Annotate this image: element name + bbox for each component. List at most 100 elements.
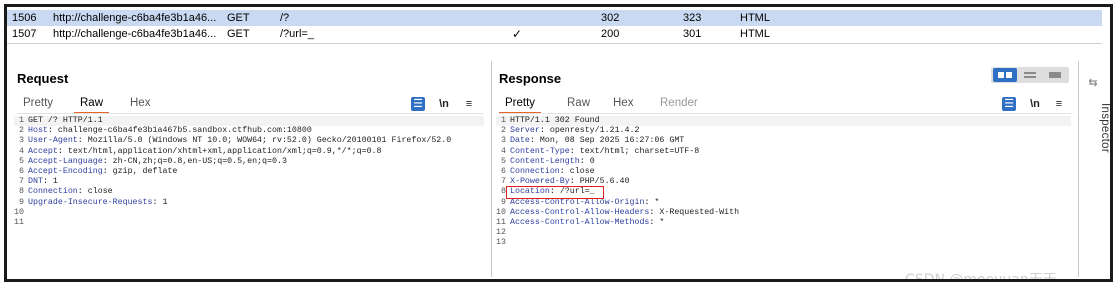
history-cell-method: GET	[227, 28, 250, 40]
newline-toggle[interactable]: \n	[1028, 97, 1042, 111]
inspector-divider	[1078, 61, 1079, 277]
request-code-line: 3 User-Agent: Mozilla/5.0 (Windows NT 10.…	[14, 136, 484, 146]
header-name: Upgrade-Insecure-Requests	[28, 197, 153, 207]
header-name: Accept	[28, 146, 58, 156]
history-cell-mime: HTML	[740, 28, 770, 40]
request-tab-raw[interactable]: Raw	[73, 95, 110, 114]
header-name: Accept-Encoding	[28, 166, 103, 176]
line-number: 7	[501, 177, 506, 187]
history-row[interactable]: 1506 http://challenge-c6ba4fe3b1a46... GET…	[7, 10, 1102, 26]
header-name: Server	[510, 126, 540, 136]
header-name: User-Agent	[28, 136, 78, 146]
response-code-line: 4 Content-Type: text/html; charset=UTF-8	[496, 147, 1071, 157]
line-number: 11	[496, 217, 506, 227]
header-name: DNT	[28, 177, 43, 187]
request-code-line: 10	[14, 208, 484, 218]
code-text: GET /? HTTP/1.1	[28, 116, 103, 125]
line-number: 1	[19, 116, 24, 125]
request-editor[interactable]: 1 GET /? HTTP/1.1 2 Host: challenge-c6ba4fe…	[14, 116, 484, 228]
request-code-line: 9 Upgrade-Insecure-Requests: 1	[14, 198, 484, 208]
location-highlight-box	[506, 186, 604, 199]
response-code-line: 13	[496, 238, 1071, 248]
header-value: PHP/5.6.40	[579, 177, 630, 187]
line-number: 4	[501, 146, 506, 156]
response-tab-render[interactable]: Render	[660, 95, 698, 111]
line-number: 11	[14, 217, 24, 227]
wrap-lines-icon[interactable]: ☰	[411, 97, 425, 111]
layout-side-by-side-icon[interactable]	[993, 68, 1017, 82]
history-cell-status: 200	[601, 28, 620, 40]
header-name: Date	[510, 136, 530, 146]
hamburger-menu-icon[interactable]: ≡	[1052, 97, 1066, 111]
header-value: openresty/1.21.4.2	[549, 126, 640, 136]
request-tab-pretty[interactable]: Pretty	[23, 95, 53, 111]
response-tab-raw[interactable]: Raw	[567, 95, 590, 111]
header-value: 0	[589, 156, 595, 166]
response-code-line: 11 Access-Control-Allow-Methods: *	[496, 217, 665, 227]
response-code-line: 5 Content-Length: 0	[496, 157, 1071, 167]
inspector-collapse-icon[interactable]: ⇆	[1087, 77, 1099, 89]
request-code-line: 7 DNT: 1	[14, 177, 484, 187]
history-cell-number: 1506	[12, 12, 37, 24]
history-cell-mime: HTML	[740, 12, 770, 24]
history-cell-params-check: ✓	[512, 27, 523, 41]
line-number: 2	[501, 126, 506, 136]
history-cell-host: http://challenge-c6ba4fe3b1a46...	[53, 28, 217, 40]
request-title: Request	[17, 71, 69, 86]
line-number: 2	[19, 126, 24, 136]
layout-tabs-icon[interactable]	[1043, 68, 1067, 82]
response-tab-pretty[interactable]: Pretty	[498, 95, 542, 114]
header-value: text/html,application/xhtml+xml,applicat…	[67, 146, 382, 156]
layout-stacked-icon[interactable]	[1018, 68, 1042, 82]
header-value: *	[654, 197, 660, 207]
layout-toggle	[991, 67, 1069, 83]
header-name: Access-Control-Allow-Headers	[510, 207, 650, 217]
history-row[interactable]: 1507 http://challenge-c6ba4fe3b1a46... GET…	[7, 26, 1102, 42]
line-number: 7	[19, 177, 24, 187]
header-value: close	[569, 166, 595, 176]
header-value: X-Requested-With	[659, 207, 740, 217]
wrap-lines-icon[interactable]: ☰	[1002, 97, 1016, 111]
header-name: Content-Length	[510, 156, 580, 166]
pane-divider[interactable]	[491, 61, 492, 277]
response-code-line: 9 Access-Control-Allow-Origin: *	[496, 198, 1071, 208]
header-value: 1	[162, 197, 168, 207]
header-value: Mon, 08 Sep 2025 16:27:06 GMT	[539, 136, 685, 146]
header-name: X-Powered-By	[510, 177, 570, 187]
header-value: close	[87, 187, 113, 197]
line-number: 8	[501, 187, 506, 197]
header-value: Mozilla/5.0 (Windows NT 10.0; WOW64; rv:…	[87, 136, 452, 146]
line-number: 4	[19, 146, 24, 156]
header-value: *	[659, 217, 665, 227]
code-text: HTTP/1.1 302 Found	[510, 116, 600, 125]
request-code-line: 1 GET /? HTTP/1.1	[14, 116, 484, 127]
history-divider	[7, 43, 1102, 44]
newline-toggle[interactable]: \n	[437, 97, 451, 111]
response-code-line: 12	[496, 228, 1071, 238]
header-name: Access-Control-Allow-Methods	[510, 217, 650, 227]
watermark: CSDN @mooyuan天天	[905, 272, 1057, 282]
header-name: Content-Type	[510, 146, 570, 156]
line-number: 5	[501, 156, 506, 166]
hamburger-menu-icon[interactable]: ≡	[462, 97, 476, 111]
history-cell-status: 302	[601, 12, 620, 24]
line-number: 5	[19, 156, 24, 166]
header-name: Connection	[510, 166, 560, 176]
history-cell-host: http://challenge-c6ba4fe3b1a46...	[53, 12, 217, 24]
response-tab-hex[interactable]: Hex	[613, 95, 633, 111]
line-number: 9	[501, 197, 506, 207]
response-editor[interactable]: 1 HTTP/1.1 302 Found 2 Server: openresty/1.…	[496, 116, 1071, 248]
request-tab-hex[interactable]: Hex	[130, 95, 150, 111]
line-number: 10	[14, 207, 24, 217]
header-value: 1	[52, 177, 58, 187]
header-value: text/html; charset=UTF-8	[579, 146, 700, 156]
history-cell-length: 301	[683, 28, 702, 40]
line-number: 12	[496, 228, 506, 238]
response-code-line: 1 HTTP/1.1 302 Found	[496, 116, 1071, 127]
response-code-line: 3 Date: Mon, 08 Sep 2025 16:27:06 GMT	[496, 136, 1071, 146]
inspector-tab[interactable]: Inspector	[1099, 103, 1110, 153]
response-code-line: 10 Access-Control-Allow-Headers: X-Reques…	[496, 207, 740, 217]
line-number: 6	[501, 166, 506, 176]
line-number: 9	[19, 197, 24, 207]
response-code-line: 6 Connection: close	[496, 167, 1071, 177]
